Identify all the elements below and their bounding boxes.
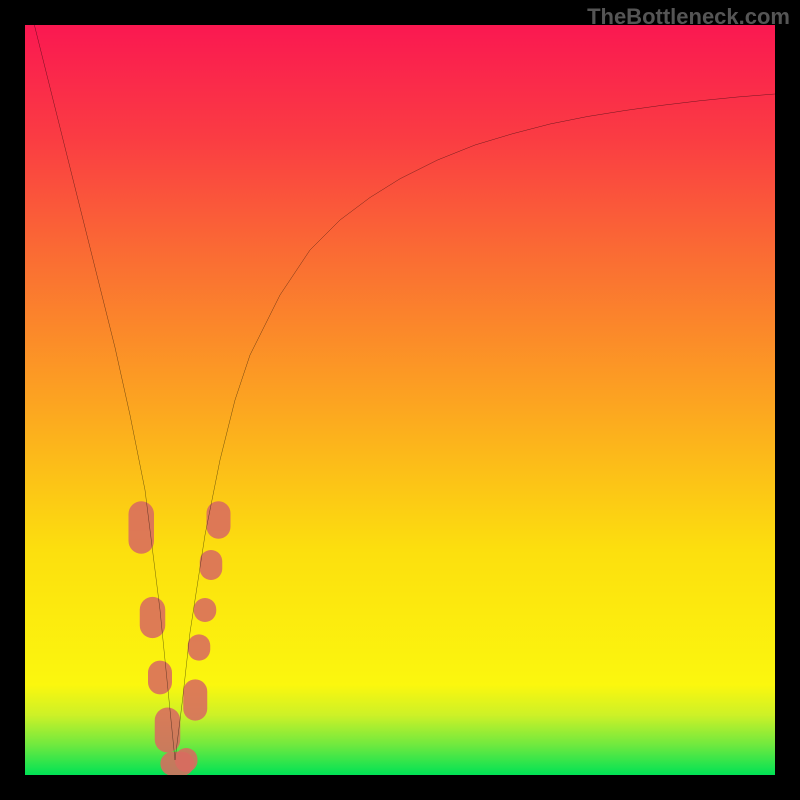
watermark-label: TheBottleneck.com [587, 4, 790, 30]
bottleneck-chart [25, 25, 775, 775]
valley-cluster-marker [175, 748, 198, 772]
left-cluster-marker [129, 501, 155, 554]
left-cluster-marker [155, 708, 180, 753]
left-cluster-marker [148, 661, 172, 695]
right-cluster-marker [200, 550, 223, 580]
chart-container: TheBottleneck.com [0, 0, 800, 800]
left-cluster-marker [140, 597, 166, 638]
gradient-background [25, 25, 775, 775]
right-cluster-marker [207, 501, 231, 539]
right-cluster-marker [188, 634, 211, 660]
right-cluster-marker [194, 598, 217, 622]
right-cluster-marker [183, 679, 207, 720]
